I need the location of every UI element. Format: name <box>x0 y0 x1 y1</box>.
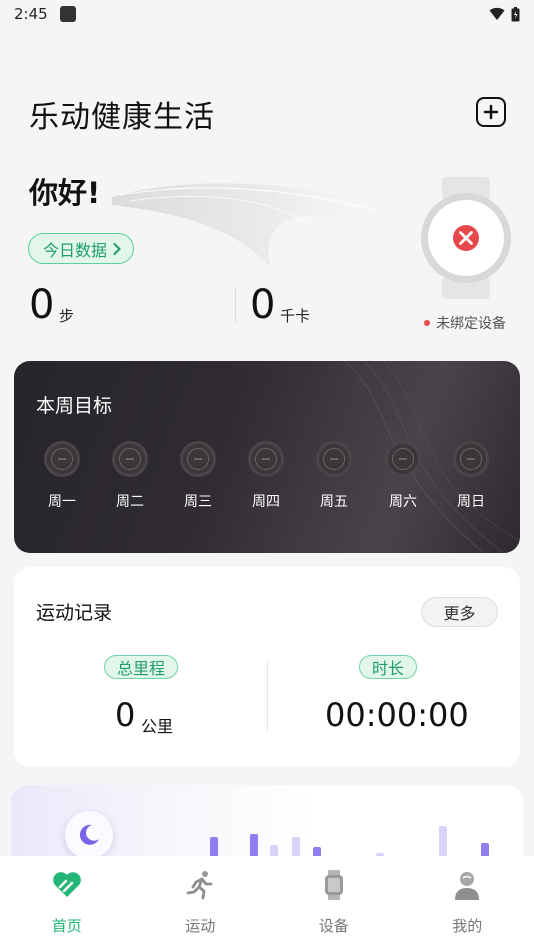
status-dot <box>424 320 430 326</box>
today-data-button[interactable]: 今日数据 <box>28 233 135 264</box>
tab-label: 首页 <box>51 917 82 935</box>
kcal-unit: 千卡 <box>280 307 311 325</box>
decorative-swoosh <box>112 183 380 267</box>
steps-value: 0 <box>29 282 55 328</box>
day-label: 周五 <box>320 494 348 510</box>
day-item: 周二 <box>110 441 150 511</box>
heart-icon <box>52 872 81 897</box>
running-icon <box>186 871 213 900</box>
tab-label: 设备 <box>318 917 349 935</box>
day-progress-ring <box>248 441 284 477</box>
profile-icon <box>455 872 480 900</box>
tab-exercise[interactable]: 运动 <box>134 856 268 950</box>
day-item: 周五 <box>314 441 354 511</box>
day-progress-ring <box>44 441 80 477</box>
sleep-bar <box>439 826 447 857</box>
day-progress-ring <box>453 441 489 477</box>
day-label: 周一 <box>48 494 76 510</box>
bottom-tab-bar: 首页 运动 设备 我的 <box>0 856 534 950</box>
greeting-text: 你好! <box>29 176 101 210</box>
sleep-bar <box>250 834 258 857</box>
sleep-bar <box>481 843 489 857</box>
day-progress-ring <box>180 441 216 477</box>
exercise-record-card[interactable]: 运动记录 更多 总里程 0 公里 时长 00:00:00 <box>14 567 520 767</box>
day-label: 周日 <box>457 494 485 510</box>
tab-device[interactable]: 设备 <box>267 856 401 950</box>
tab-home[interactable]: 首页 <box>0 856 134 950</box>
watch-icon <box>324 870 343 900</box>
day-label: 周四 <box>252 494 280 510</box>
day-progress-ring <box>316 441 352 477</box>
kcal-value: 0 <box>250 282 276 328</box>
plus-icon <box>483 104 499 120</box>
moon-icon <box>79 824 99 845</box>
status-time: 2:45 <box>14 5 48 23</box>
day-progress-ring <box>385 441 421 477</box>
exercise-record-title: 运动记录 <box>36 602 113 624</box>
status-bar: 2:45 <box>0 0 534 28</box>
day-label: 周三 <box>184 494 212 510</box>
sleep-bar <box>292 837 300 857</box>
today-data-label: 今日数据 <box>43 240 108 260</box>
tab-label: 我的 <box>452 917 483 935</box>
day-progress-ring <box>112 441 148 477</box>
day-item: 周四 <box>246 441 286 511</box>
sleep-button[interactable] <box>65 811 113 859</box>
record-divider <box>267 662 268 732</box>
steps-unit: 步 <box>59 307 75 325</box>
device-status-label: 未绑定设备 <box>436 316 506 332</box>
day-label: 周六 <box>389 494 417 510</box>
weekly-goal-title: 本周目标 <box>36 395 113 417</box>
add-button[interactable] <box>476 97 506 127</box>
day-label: 周二 <box>116 494 144 510</box>
day-item: 周三 <box>178 441 218 511</box>
duration-tag: 时长 <box>359 655 418 679</box>
distance-unit: 公里 <box>141 717 174 736</box>
day-item: 周日 <box>451 441 491 511</box>
more-button[interactable]: 更多 <box>421 597 498 627</box>
notification-icon <box>59 6 76 22</box>
battery-icon <box>511 6 520 21</box>
app-title: 乐动健康生活 <box>29 100 215 135</box>
sleep-bar <box>210 837 218 857</box>
stat-divider <box>235 288 236 324</box>
watch-icon[interactable] <box>420 177 512 301</box>
tab-label: 运动 <box>185 917 216 935</box>
device-status: 未绑定设备 <box>424 313 506 333</box>
distance-value: 0 <box>115 696 136 734</box>
wifi-icon <box>489 7 505 21</box>
day-item: 周六 <box>383 441 423 511</box>
duration-value: 00:00:00 <box>325 696 469 734</box>
tab-profile[interactable]: 我的 <box>401 856 534 950</box>
distance-tag: 总里程 <box>104 655 179 679</box>
day-item: 周一 <box>42 441 82 511</box>
chevron-right-icon <box>113 242 121 255</box>
weekly-goal-card[interactable]: 本周目标 周一 周二 周三 周四 周五 周六 周日 <box>14 361 520 553</box>
